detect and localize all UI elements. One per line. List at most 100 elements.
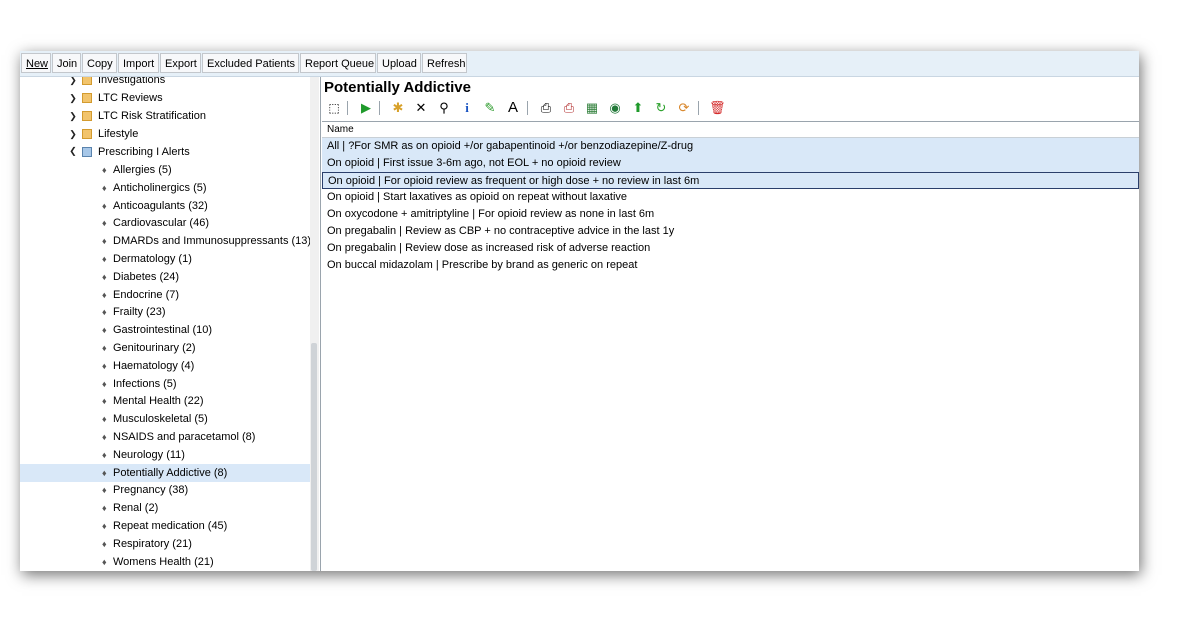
chevron-down-icon[interactable]: ❯ (68, 89, 78, 107)
tree-item-label: Repeat medication (45) (113, 520, 228, 532)
report-queue-button[interactable]: Report Queue (300, 53, 376, 73)
list-item[interactable]: On buccal midazolam | Prescribe by brand… (322, 257, 1139, 274)
tree-bullet-icon: ♦ (102, 325, 107, 336)
tree-item-label: Diabetes (24) (113, 270, 180, 283)
refresh-button[interactable]: Refresh (422, 53, 467, 73)
font-icon[interactable]: A (505, 99, 521, 117)
tree-folder-prescribing-alerts[interactable]: ❯ Prescribing I Alerts (20, 143, 310, 161)
tree-item-label: Genitourinary (2) (113, 342, 196, 354)
list-item[interactable]: On pregabalin | Review as CBP + no contr… (322, 223, 1139, 240)
tree-item[interactable]: ♦ Dermatology (1) (20, 250, 310, 268)
tree-item[interactable]: ♦ Anticholinergics (5) (20, 179, 310, 197)
folder-icon (82, 77, 92, 85)
export-icon[interactable]: ▦ (584, 99, 600, 117)
tree-bullet-icon: ♦ (102, 396, 107, 407)
tree-item[interactable]: ♦ NSAIDS and paracetamol (8) (20, 428, 310, 446)
tree-item[interactable]: ♦ Mental Health (22) (20, 392, 310, 410)
tree-item-label: Anticoagulants (32) (113, 199, 208, 212)
refresh-icon[interactable]: ↻ (653, 99, 669, 117)
list-item[interactable]: All | ?For SMR as on opioid +/or gabapen… (322, 138, 1139, 155)
tree-item[interactable]: ♦ DMARDs and Immunosuppressants (13) (20, 232, 311, 250)
list-item[interactable]: On oxycodone + amitriptyline | For opioi… (322, 206, 1139, 223)
tree-item-label: Mental Health (22) (113, 395, 204, 408)
select-icon[interactable]: ⬚ (326, 99, 342, 117)
tree-item-label: Potentially Addictive (8) (113, 466, 228, 479)
tree-bullet-icon: ♦ (102, 503, 107, 514)
tree-item-label: Pregnancy (38) (113, 484, 189, 497)
report-list: Name All | ?For SMR as on opioid +/or ga… (322, 121, 1139, 571)
report-tree[interactable]: ❯ Investigations ❯ LTC Reviews ❯ LTC Ris… (20, 77, 321, 571)
print-preview-icon[interactable]: ⎙ (561, 99, 577, 117)
tree-item[interactable]: ♦ Genitourinary (2) (20, 339, 310, 357)
tree-folder-label: LTC Reviews (98, 92, 163, 104)
tree-folder-investigations[interactable]: ❯ Investigations (20, 77, 310, 89)
tree-item[interactable]: ♦ Musculoskeletal (5) (20, 410, 310, 428)
tree-item-label: Allergies (5) (113, 164, 172, 176)
tree-item[interactable]: ♦ Gastrointestinal (10) (20, 321, 310, 339)
tree-item-label: Anticholinergics (5) (113, 181, 207, 194)
delete-icon[interactable]: ✕ (413, 99, 429, 117)
tree-item-label: Cardiovascular (46) (113, 217, 209, 230)
tree-item[interactable]: ♦ Diabetes (24) (20, 268, 310, 286)
list-item-focused[interactable]: On opioid | For opioid review as frequen… (322, 172, 1139, 189)
tree-item[interactable]: ♦ Infections (5) (20, 375, 310, 393)
trash-icon[interactable]: 🗑 (709, 99, 726, 117)
excluded-patients-button[interactable]: Excluded Patients (202, 53, 299, 73)
move-up-icon[interactable]: ⬆ (630, 99, 646, 117)
tree-item-selected[interactable]: ♦ Potentially Addictive (8) (20, 463, 310, 482)
view-icon[interactable]: ◉ (607, 99, 623, 117)
tree-bullet-icon: ♦ (102, 200, 107, 211)
tree-bullet-icon: ♦ (102, 271, 107, 282)
tree-bullet-icon: ♦ (102, 414, 107, 425)
tree-bullet-icon: ♦ (102, 165, 107, 175)
new-button[interactable]: New (21, 53, 51, 73)
chevron-up-icon[interactable]: ❯ (68, 143, 78, 161)
print-icon[interactable]: ⎙ (538, 99, 554, 117)
tree-item-label: Frailty (23) (113, 306, 166, 319)
tree-bullet-icon: ♦ (102, 343, 107, 353)
tree-item[interactable]: ♦ Endocrine (7) (20, 286, 310, 304)
run-icon[interactable]: ▶ (358, 99, 374, 117)
tree-item[interactable]: ♦ Respiratory (21) (20, 535, 310, 553)
refresh-all-icon[interactable]: ⟳ (676, 99, 692, 117)
join-button[interactable]: Join (52, 53, 81, 73)
open-folder-icon (82, 147, 92, 157)
copy-button[interactable]: Copy (82, 53, 117, 73)
tree-item[interactable]: ♦ Anticoagulants (32) (20, 197, 310, 215)
list-item[interactable]: On opioid | First issue 3-6m ago, not EO… (322, 155, 1139, 172)
tree-bullet-icon: ♦ (102, 378, 107, 389)
tree-item[interactable]: ♦ Renal (2) (20, 499, 310, 517)
tree-bullet-icon: ♦ (102, 432, 107, 442)
info-icon[interactable]: i (459, 99, 475, 117)
column-header-name[interactable]: Name (322, 122, 1139, 138)
tree-bullet-icon: ♦ (102, 521, 107, 531)
search-icon[interactable]: ⚲ (436, 99, 452, 117)
tree-folder-ltc-reviews[interactable]: ❯ LTC Reviews (20, 89, 310, 107)
tree-item[interactable]: ♦ Neurology (11) (20, 446, 310, 464)
tree-scrollbar-thumb[interactable] (311, 343, 317, 571)
export-button[interactable]: Export (160, 53, 201, 73)
app-window: New Join Copy Import Export Excluded Pat… (20, 51, 1139, 571)
chevron-down-icon[interactable]: ❯ (68, 77, 78, 89)
tree-item[interactable]: ♦ Cardiovascular (46) (20, 214, 310, 232)
toolbar-separator (698, 101, 699, 115)
import-button[interactable]: Import (118, 53, 159, 73)
tree-item-label: Endocrine (7) (113, 288, 180, 301)
add-icon[interactable]: ✱ (390, 99, 406, 117)
chevron-down-icon[interactable]: ❯ (68, 107, 78, 125)
list-item[interactable]: On pregabalin | Review dose as increased… (322, 240, 1139, 257)
list-item[interactable]: On opioid | Start laxatives as opioid on… (322, 189, 1139, 206)
tree-bullet-icon: ♦ (102, 467, 107, 478)
edit-icon[interactable]: ✎ (482, 99, 498, 117)
tree-item[interactable]: ♦ Pregnancy (38) (20, 481, 310, 499)
tree-item[interactable]: ♦ Womens Health (21) (20, 553, 310, 571)
tree-item[interactable]: ♦ Repeat medication (45) (20, 517, 310, 535)
tree-folder-ltc-risk[interactable]: ❯ LTC Risk Stratification (20, 107, 310, 125)
tree-item[interactable]: ♦ Haematology (4) (20, 357, 310, 375)
tree-item[interactable]: ♦ Allergies (5) (20, 161, 310, 179)
tree-item-label: Dermatology (1) (113, 253, 192, 265)
tree-item[interactable]: ♦ Frailty (23) (20, 303, 310, 321)
tree-folder-lifestyle[interactable]: ❯ Lifestyle (20, 125, 310, 143)
upload-button[interactable]: Upload (377, 53, 421, 73)
chevron-down-icon[interactable]: ❯ (68, 125, 78, 143)
